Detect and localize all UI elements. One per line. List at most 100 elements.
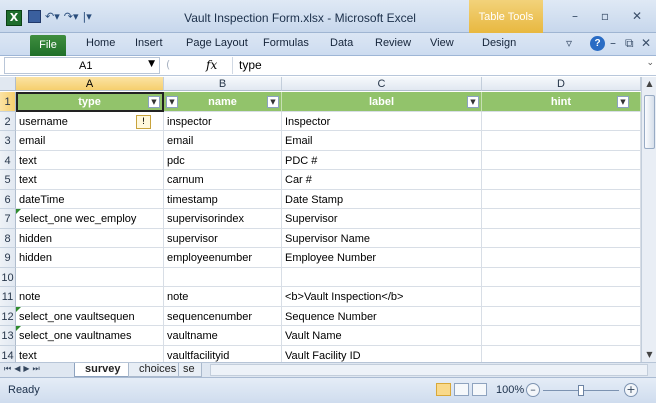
- column-header-c[interactable]: C: [282, 77, 482, 91]
- table-cell[interactable]: note: [164, 287, 282, 307]
- workbook-minimize-icon[interactable]: –: [610, 36, 616, 50]
- table-cell[interactable]: [482, 111, 641, 131]
- table-cell[interactable]: <b>Vault Inspection</b>: [282, 287, 482, 307]
- page-break-view-icon[interactable]: [472, 383, 487, 396]
- table-cell[interactable]: text: [16, 345, 164, 362]
- close-icon[interactable]: ✕: [624, 9, 650, 25]
- formula-input[interactable]: type: [232, 57, 642, 74]
- workbook-close-icon[interactable]: ✕: [641, 36, 651, 50]
- save-icon[interactable]: [28, 10, 41, 23]
- table-cell[interactable]: carnum: [164, 170, 282, 190]
- help-icon[interactable]: ?: [590, 36, 605, 51]
- customize-qat-icon[interactable]: |▾: [83, 10, 92, 23]
- minimize-ribbon-icon[interactable]: ▿: [566, 36, 572, 50]
- table-cell[interactable]: text: [16, 150, 164, 170]
- table-cell[interactable]: sequencenumber: [164, 306, 282, 326]
- table-cell[interactable]: [482, 306, 641, 326]
- table-cell[interactable]: dateTime: [16, 189, 164, 209]
- table-cell[interactable]: timestamp: [164, 189, 282, 209]
- row-number[interactable]: 2: [0, 111, 16, 131]
- zoom-in-icon[interactable]: +: [624, 383, 638, 397]
- sheet-tab-survey[interactable]: survey: [74, 363, 132, 377]
- table-cell[interactable]: Email: [282, 131, 482, 151]
- table-cell[interactable]: [482, 150, 641, 170]
- table-cell[interactable]: email: [164, 131, 282, 151]
- zoom-level[interactable]: 100%: [496, 384, 524, 396]
- scroll-up-icon[interactable]: ▲: [642, 77, 656, 91]
- header-cell-hint[interactable]: hint ▼: [482, 92, 641, 112]
- row-number[interactable]: 12: [0, 306, 16, 326]
- table-cell[interactable]: note: [16, 287, 164, 307]
- table-cell[interactable]: employeenumber: [164, 248, 282, 268]
- redo-icon[interactable]: ↷▾: [64, 10, 79, 23]
- header-cell-label[interactable]: label ▼: [282, 92, 482, 112]
- workbook-restore-icon[interactable]: ⧉: [625, 36, 634, 51]
- scroll-down-icon[interactable]: ▼: [642, 348, 656, 362]
- tab-formulas[interactable]: Formulas: [263, 37, 309, 49]
- row-number[interactable]: 9: [0, 248, 16, 268]
- row-number[interactable]: 10: [0, 267, 16, 287]
- table-cell[interactable]: Vault Facility ID: [282, 345, 482, 362]
- row-number[interactable]: 6: [0, 189, 16, 209]
- column-header-d[interactable]: D: [482, 77, 641, 91]
- tab-page-layout[interactable]: Page Layout: [186, 37, 248, 49]
- table-cell[interactable]: [482, 267, 641, 287]
- tab-review[interactable]: Review: [375, 37, 411, 49]
- minimize-icon[interactable]: –: [562, 9, 588, 25]
- row-number[interactable]: 4: [0, 150, 16, 170]
- row-number[interactable]: 11: [0, 287, 16, 307]
- column-header-a[interactable]: A: [16, 77, 164, 91]
- tab-insert[interactable]: Insert: [135, 37, 163, 49]
- table-cell[interactable]: [16, 267, 164, 287]
- table-cell[interactable]: PDC #: [282, 150, 482, 170]
- table-cell[interactable]: Date Stamp: [282, 189, 482, 209]
- filter-dropdown-icon[interactable]: ▼: [267, 96, 279, 108]
- zoom-slider-thumb[interactable]: [578, 385, 584, 396]
- row-number[interactable]: 13: [0, 326, 16, 346]
- insert-function-icon[interactable]: fx: [206, 58, 217, 72]
- scroll-thumb[interactable]: [644, 95, 655, 149]
- excel-app-icon[interactable]: X: [6, 10, 22, 26]
- row-number[interactable]: 5: [0, 170, 16, 190]
- table-cell[interactable]: [482, 287, 641, 307]
- table-cell[interactable]: Car #: [282, 170, 482, 190]
- table-cell[interactable]: supervisor: [164, 228, 282, 248]
- table-cell[interactable]: [482, 209, 641, 229]
- table-cell[interactable]: [282, 267, 482, 287]
- undo-icon[interactable]: ↶▾: [45, 10, 60, 23]
- table-cell[interactable]: pdc: [164, 150, 282, 170]
- table-cell[interactable]: [482, 248, 641, 268]
- vertical-scrollbar[interactable]: ▲ ▼: [641, 77, 656, 362]
- header-cell-type[interactable]: type ▼: [16, 92, 164, 112]
- filter-dropdown-icon[interactable]: ▼: [166, 96, 178, 108]
- table-cell[interactable]: Inspector: [282, 111, 482, 131]
- error-warning-icon[interactable]: !: [136, 114, 151, 129]
- table-cell[interactable]: select_one wec_employ: [16, 209, 164, 229]
- header-cell-name[interactable]: ▼ name ▼: [164, 92, 282, 112]
- row-number[interactable]: 3: [0, 131, 16, 151]
- table-cell[interactable]: [482, 189, 641, 209]
- column-header-b[interactable]: B: [164, 77, 282, 91]
- select-all-corner[interactable]: [0, 77, 16, 91]
- row-number[interactable]: 7: [0, 209, 16, 229]
- tab-file[interactable]: File: [30, 35, 66, 56]
- table-cell[interactable]: [482, 345, 641, 362]
- table-cell[interactable]: text: [16, 170, 164, 190]
- row-number[interactable]: 1: [0, 92, 16, 112]
- table-cell[interactable]: [482, 170, 641, 190]
- row-number[interactable]: 8: [0, 228, 16, 248]
- horizontal-scrollbar[interactable]: [210, 364, 648, 376]
- table-cell[interactable]: vaultfacilityid: [164, 345, 282, 362]
- filter-dropdown-icon[interactable]: ▼: [467, 96, 479, 108]
- table-cell[interactable]: Supervisor Name: [282, 228, 482, 248]
- table-cell[interactable]: [482, 131, 641, 151]
- table-cell[interactable]: [482, 228, 641, 248]
- table-cell[interactable]: email: [16, 131, 164, 151]
- name-box[interactable]: A1 ▼: [4, 57, 160, 74]
- table-cell[interactable]: Sequence Number: [282, 306, 482, 326]
- table-cell[interactable]: supervisorindex: [164, 209, 282, 229]
- sheet-tab-settings[interactable]: se: [178, 363, 202, 377]
- page-layout-view-icon[interactable]: [454, 383, 469, 396]
- table-cell[interactable]: [164, 267, 282, 287]
- table-cell[interactable]: vaultname: [164, 326, 282, 346]
